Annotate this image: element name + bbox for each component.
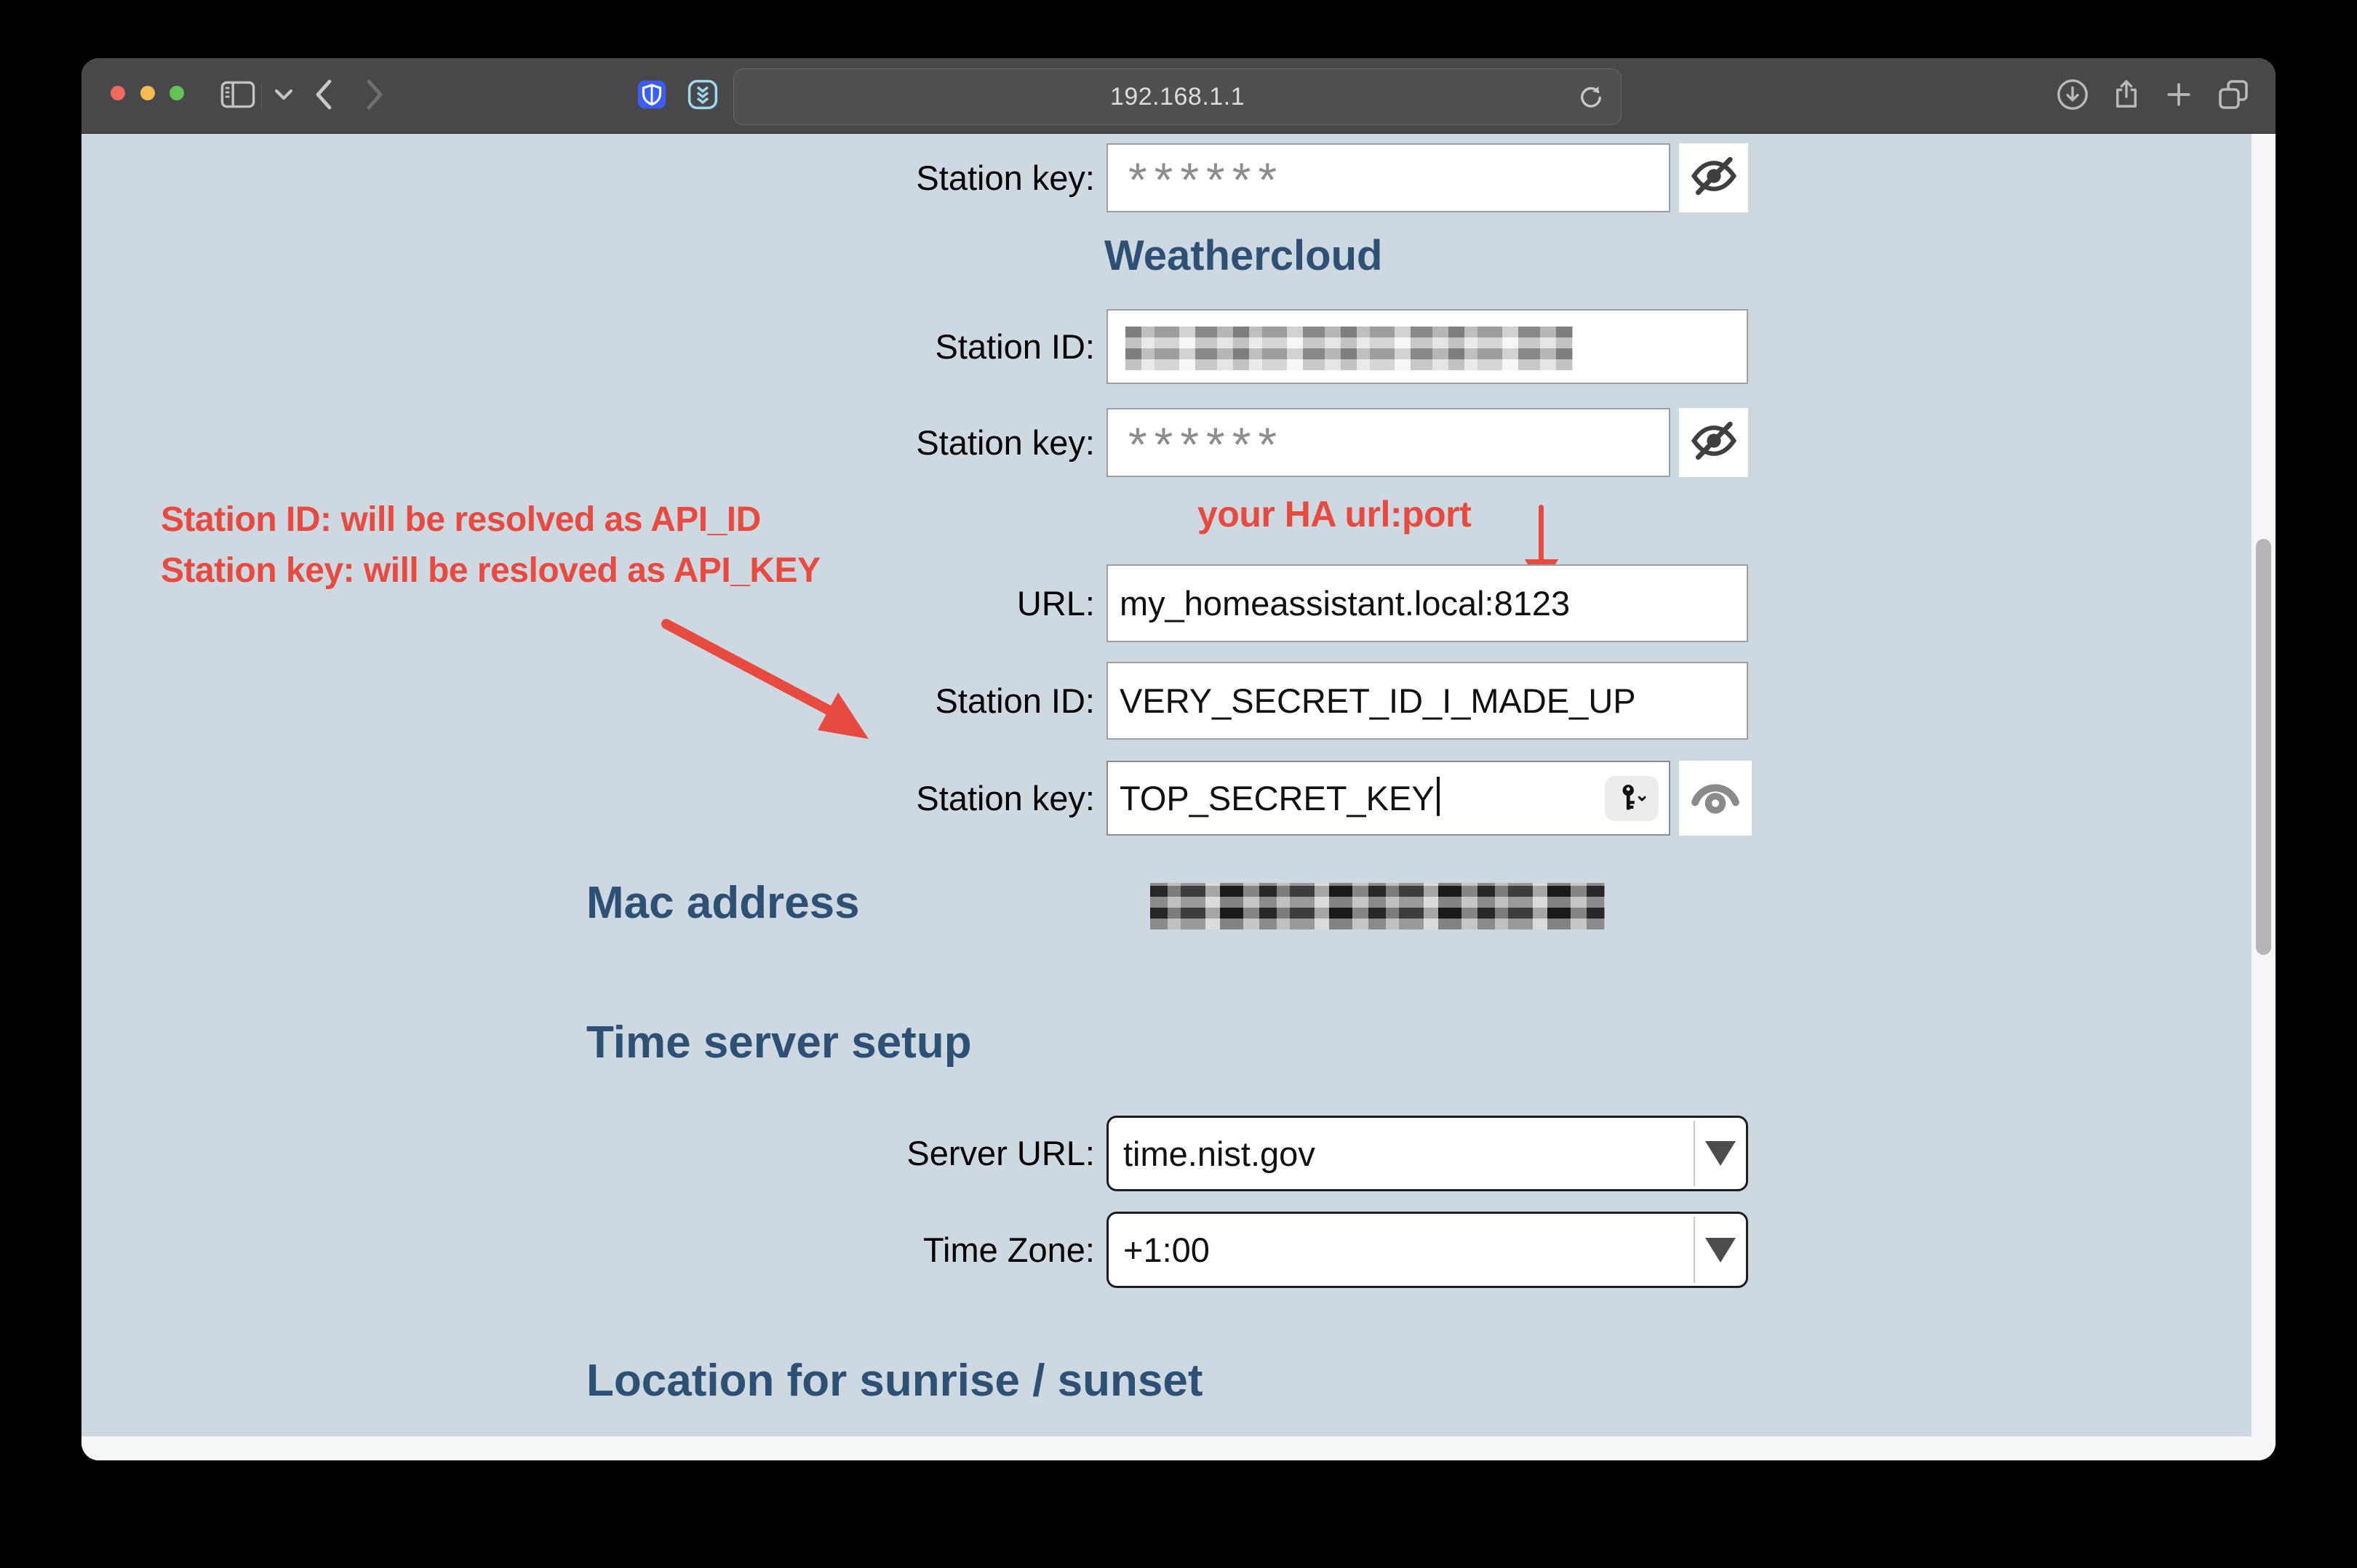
server-url-select[interactable]: time.nist.gov [1106, 1116, 1748, 1191]
forward-icon [363, 77, 388, 114]
reload-button[interactable] [1576, 81, 1606, 116]
custom-station-key-input[interactable]: TOP_SECRET_KEY [1106, 761, 1670, 836]
wc-station-key-label: Station key: [916, 408, 1095, 477]
wc-station-key-reveal-button[interactable] [1679, 408, 1748, 477]
plus-icon [2163, 79, 2195, 113]
wu-station-key-label: Station key: [916, 143, 1095, 212]
key-icon [1615, 783, 1648, 815]
select-divider [1694, 1121, 1695, 1186]
share-icon [2110, 78, 2143, 113]
address-bar[interactable]: 192.168.1.1 [733, 68, 1622, 125]
back-icon [311, 77, 335, 114]
wc-station-key-input[interactable]: ****** [1106, 408, 1670, 477]
custom-station-key-value: TOP_SECRET_KEY [1108, 779, 1435, 817]
custom-station-id-input[interactable]: VERY_SECRET_ID_I_MADE_UP [1106, 662, 1748, 740]
chevron-down-icon [273, 87, 295, 104]
minimize-window-button[interactable] [140, 86, 155, 100]
autofill-key-button[interactable] [1605, 776, 1659, 821]
password-extension-button[interactable] [634, 58, 669, 133]
annotation-note-line2: Station key: will be resloved as API_KEY [161, 551, 821, 591]
vertical-scrollbar-thumb[interactable] [2256, 539, 2271, 955]
dropdown-arrow-icon [1705, 1141, 1736, 1166]
toolbar-divider [261, 82, 262, 110]
browser-window: 192.168.1.1 Station [81, 58, 2276, 1460]
redacted-mac-address-value [1150, 883, 1605, 929]
select-divider [1694, 1217, 1695, 1283]
wc-station-id-label: Station ID: [936, 309, 1095, 384]
download-icon [2056, 78, 2089, 113]
sidebar-icon [220, 81, 255, 111]
share-button[interactable] [2108, 58, 2145, 133]
weathercloud-heading: Weathercloud [1104, 231, 1382, 280]
url-label: URL: [1017, 564, 1095, 642]
masked-password-text: ****** [1108, 153, 1284, 207]
annotation-arrow-down [1539, 505, 1544, 563]
custom-station-key-label: Station key: [916, 761, 1095, 836]
vertical-scrollbar-track[interactable] [2252, 134, 2276, 1460]
wu-station-key-input[interactable]: ****** [1106, 143, 1670, 212]
chevrons-extension-button[interactable] [685, 58, 720, 133]
tab-overview-button[interactable] [2213, 58, 2254, 133]
tab-overview-icon [2216, 79, 2251, 113]
custom-station-id-label: Station ID: [936, 662, 1095, 740]
time-server-heading: Time server setup [586, 1017, 972, 1068]
time-zone-label: Time Zone: [923, 1212, 1095, 1288]
server-url-label: Server URL: [906, 1116, 1095, 1191]
downloads-button[interactable] [2054, 58, 2091, 133]
chevrons-extension-icon [687, 79, 718, 112]
forward-button[interactable] [352, 58, 399, 133]
horizontal-scrollbar-track[interactable] [81, 1436, 2276, 1460]
close-window-button[interactable] [111, 86, 125, 100]
eye-icon [1688, 769, 1743, 828]
back-button[interactable] [300, 58, 346, 133]
sidebar-menu-chevron[interactable] [265, 58, 303, 133]
zoom-window-button[interactable] [170, 86, 184, 100]
custom-station-key-reveal-button[interactable] [1679, 761, 1752, 836]
new-tab-button[interactable] [2161, 58, 2197, 133]
shield-extension-icon [637, 79, 667, 112]
annotation-arrow-diagonal [656, 615, 889, 753]
address-text: 192.168.1.1 [1110, 83, 1245, 111]
redacted-station-id-value [1125, 327, 1573, 370]
location-heading: Location for sunrise / sunset [586, 1355, 1203, 1407]
mac-address-heading: Mac address [586, 877, 860, 929]
wu-station-key-reveal-button[interactable] [1679, 143, 1748, 212]
browser-titlebar: 192.168.1.1 [81, 58, 2276, 134]
time-zone-value: +1:00 [1109, 1230, 1694, 1270]
wc-station-id-input[interactable] [1106, 309, 1748, 384]
custom-station-id-value: VERY_SECRET_ID_I_MADE_UP [1108, 681, 1636, 720]
eye-off-icon [1688, 151, 1739, 205]
time-zone-select[interactable]: +1:00 [1106, 1212, 1748, 1288]
url-value: my_homeassistant.local:8123 [1108, 584, 1570, 623]
dropdown-arrow-icon [1705, 1238, 1736, 1263]
url-input[interactable]: my_homeassistant.local:8123 [1106, 564, 1748, 642]
text-caret [1437, 777, 1440, 816]
page-content: Station key: ****** Weathercloud Station… [81, 134, 2276, 1460]
eye-off-icon [1688, 415, 1739, 470]
sidebar-toggle-button[interactable] [215, 58, 261, 133]
masked-password-text: ****** [1108, 417, 1284, 471]
server-url-value: time.nist.gov [1109, 1134, 1694, 1174]
annotation-ha-note: your HA url:port [1197, 493, 1471, 535]
annotation-note-line1: Station ID: will be resolved as API_ID [161, 500, 761, 540]
